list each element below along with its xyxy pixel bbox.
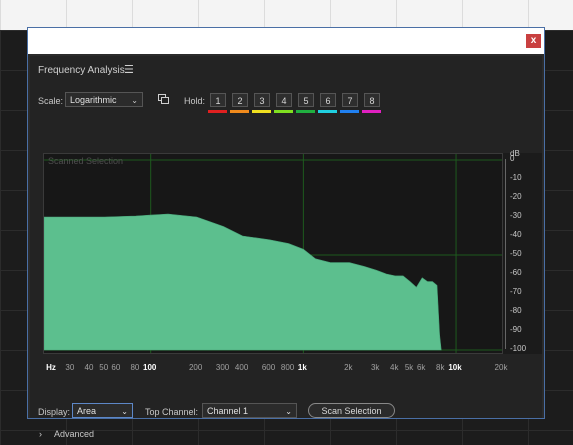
scale-dropdown[interactable]: Logarithmic ⌄ [65,92,143,107]
hz-tick-label: 40 [84,363,94,372]
hold-color-4 [274,110,293,113]
hold-button-6[interactable]: 6 [320,93,336,107]
hz-tick-label: 100 [143,363,157,372]
chevron-down-icon: ⌄ [121,407,128,416]
hold-button-5[interactable]: 5 [298,93,314,107]
hold-button-3[interactable]: 3 [254,93,270,107]
display-value: Area [77,406,97,416]
top-channel-value: Channel 1 [207,406,249,416]
copy-icon[interactable] [158,94,170,105]
hz-tick-label: 30 [65,363,75,372]
close-button[interactable]: x [526,34,541,48]
hz-tick-label: 6k [416,363,426,372]
hz-tick-label: 10k [448,363,462,372]
hz-tick-label: 600 [261,363,276,372]
top-channel-label: Top Channel: [145,407,199,417]
db-tick-label: -50 [510,249,522,258]
db-tick-label: -20 [510,192,522,201]
display-dropdown[interactable]: Area ⌄ [72,403,133,418]
dialog-titlebar[interactable]: x [28,28,544,54]
hold-button-7[interactable]: 7 [342,93,358,107]
frequency-analysis-panel: Frequency Analysis ☰ Scale: Logarithmic … [30,56,542,439]
hz-tick-label: 60 [111,363,121,372]
spectrum-area [44,213,442,351]
display-label: Display: [38,407,71,417]
hz-tick-label: 400 [234,363,249,372]
hold-color-3 [252,110,271,113]
db-tick-label: -10 [510,173,522,182]
spectrum-plot [44,154,502,353]
hold-color-6 [318,110,337,113]
hold-button-4[interactable]: 4 [276,93,292,107]
hz-tick-label: 200 [188,363,203,372]
db-tick-label: -40 [510,230,522,239]
db-tick-label: -90 [510,325,522,334]
hz-tick-label: 80 [130,363,140,372]
chevron-down-icon: ⌄ [285,407,292,416]
spectrum-graph[interactable]: Scanned Selection [43,153,503,354]
chevron-right-icon[interactable]: › [39,429,42,439]
scan-selection-button[interactable]: Scan Selection [308,403,395,418]
hold-button-2[interactable]: 2 [232,93,248,107]
hz-tick-label: 1k [297,363,307,372]
hold-button-1[interactable]: 1 [210,93,226,107]
chevron-down-icon: ⌄ [131,96,138,105]
hz-tick-label: 4k [390,363,399,372]
background-toolbar [0,0,573,30]
hz-tick-label: 50 [99,363,109,372]
db-axis: dB 0 -10 -20 -30 -40 -50 -60 -70 -80 -90 -100 [503,149,542,354]
hz-tick-label: 2k [344,363,353,372]
advanced-toggle[interactable]: Advanced [54,429,94,439]
scale-value: Logarithmic [70,95,117,105]
hz-tick-label: 8k [436,363,445,372]
hz-tick-label: 300 [215,363,230,372]
hold-color-1 [208,110,227,113]
db-tick-label: -100 [510,344,527,353]
db-tick-label: -60 [510,268,522,277]
frequency-analysis-dialog: x Frequency Analysis ☰ Scale: Logarithmi… [27,27,545,439]
hold-color-2 [230,110,249,113]
top-channel-dropdown[interactable]: Channel 1 ⌄ [202,403,297,418]
hold-label: Hold: [184,96,206,106]
db-tick-label: 0 [510,154,515,163]
hz-tick-label: 3k [370,363,380,372]
hold-color-5 [296,110,315,113]
hamburger-menu-icon[interactable]: ☰ [124,63,134,76]
hold-color-7 [340,110,359,113]
db-tick-label: -80 [510,306,522,315]
hold-color-8 [362,110,381,113]
db-tick-label: -70 [510,287,522,296]
panel-title: Frequency Analysis [38,65,125,76]
hz-tick-label: 800 [280,363,295,372]
hold-button-8[interactable]: 8 [364,93,380,107]
db-scale-line [505,159,506,349]
scale-label: Scale: [38,96,64,106]
hz-tick-label: Hz [46,363,56,372]
hz-tick-label: 20k [494,363,508,372]
scanned-selection-label: Scanned Selection [48,156,124,166]
db-tick-label: -30 [510,211,522,220]
hz-tick-label: 5k [404,363,414,372]
frequency-axis: Hz 30 40 50 60 80 100 200 300 400 600 800 1k 2k 3k 4k 5k… [43,358,507,374]
